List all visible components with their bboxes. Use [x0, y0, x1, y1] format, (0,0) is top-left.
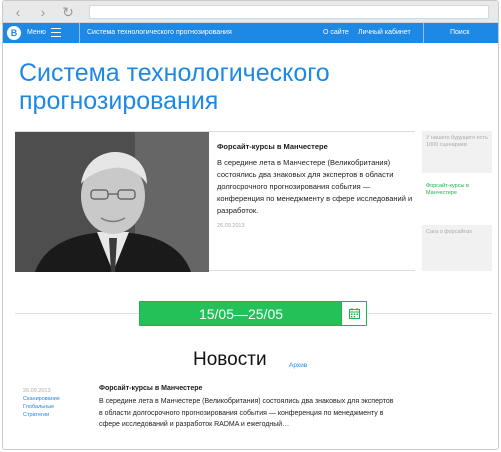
news-tag[interactable]: Глобальные — [23, 403, 78, 411]
nav-divider — [79, 23, 80, 43]
nav-cabinet-link[interactable]: Личный кабинет — [358, 29, 411, 36]
hero-text: Форсайт-курсы в Манчестере В середине ле… — [217, 142, 413, 229]
news-archive-link[interactable]: Архив — [289, 362, 307, 369]
site-logo[interactable]: B — [7, 26, 21, 40]
hero-photo — [15, 132, 209, 272]
news-tag[interactable]: Стратегии — [23, 411, 78, 419]
news-title[interactable]: Форсайт-курсы в Манчестере — [99, 385, 399, 392]
page-title: Система технологического прогнозирования — [19, 59, 330, 115]
sidebar-link[interactable]: Форсайт-курсы в Манчестере — [426, 183, 488, 197]
nav-about-link[interactable]: О сайте — [323, 29, 349, 36]
sidebar-teaser-bottom[interactable]: Сага о форсайтах — [422, 225, 492, 271]
divider-line — [367, 313, 492, 314]
hero-card[interactable]: Форсайт-курсы в Манчестере В середине ле… — [15, 131, 415, 272]
address-bar[interactable] — [89, 5, 489, 19]
calendar-icon — [349, 308, 360, 319]
back-arrow-icon[interactable]: ‹ — [11, 5, 25, 19]
news-tag[interactable]: Сканирование — [23, 395, 78, 403]
nav-section-title[interactable]: Система технологического прогнозирования — [87, 29, 232, 36]
browser-toolbar: ‹ › ↻ — [3, 1, 498, 23]
news-body: В середине лета в Манчестере (Великобрит… — [99, 398, 394, 428]
hero-body: В середине лета в Манчестере (Великобрит… — [217, 158, 413, 215]
divider-line — [15, 313, 139, 314]
browser-window: ‹ › ↻ B Меню Система технологического пр… — [2, 0, 499, 450]
site-nav: B Меню Система технологического прогнози… — [3, 23, 498, 43]
forward-arrow-icon[interactable]: › — [36, 5, 50, 19]
nav-divider — [423, 23, 424, 43]
reload-icon[interactable]: ↻ — [61, 5, 75, 19]
hero-date: 26.09.2013 — [217, 223, 245, 229]
menu-label[interactable]: Меню — [27, 29, 46, 36]
date-range-picker[interactable]: 15/05—25/05 — [139, 301, 367, 326]
news-item[interactable]: Форсайт-курсы в Манчестере В середине ле… — [99, 385, 399, 431]
news-date: 26.09.2013 — [23, 388, 51, 394]
sidebar-teaser-top[interactable]: У нашего будущего есть 1000 сценариев — [422, 131, 492, 173]
nav-search-button[interactable]: Поиск — [450, 29, 469, 36]
hamburger-icon[interactable] — [51, 28, 61, 37]
news-heading: Новости — [193, 349, 267, 370]
hero-title[interactable]: Форсайт-курсы в Манчестере — [217, 142, 413, 151]
news-meta: 26.09.2013 Сканирование Глобальные Страт… — [23, 387, 78, 419]
calendar-button[interactable] — [341, 302, 366, 325]
date-range: 15/05—25/05 — [198, 306, 284, 322]
